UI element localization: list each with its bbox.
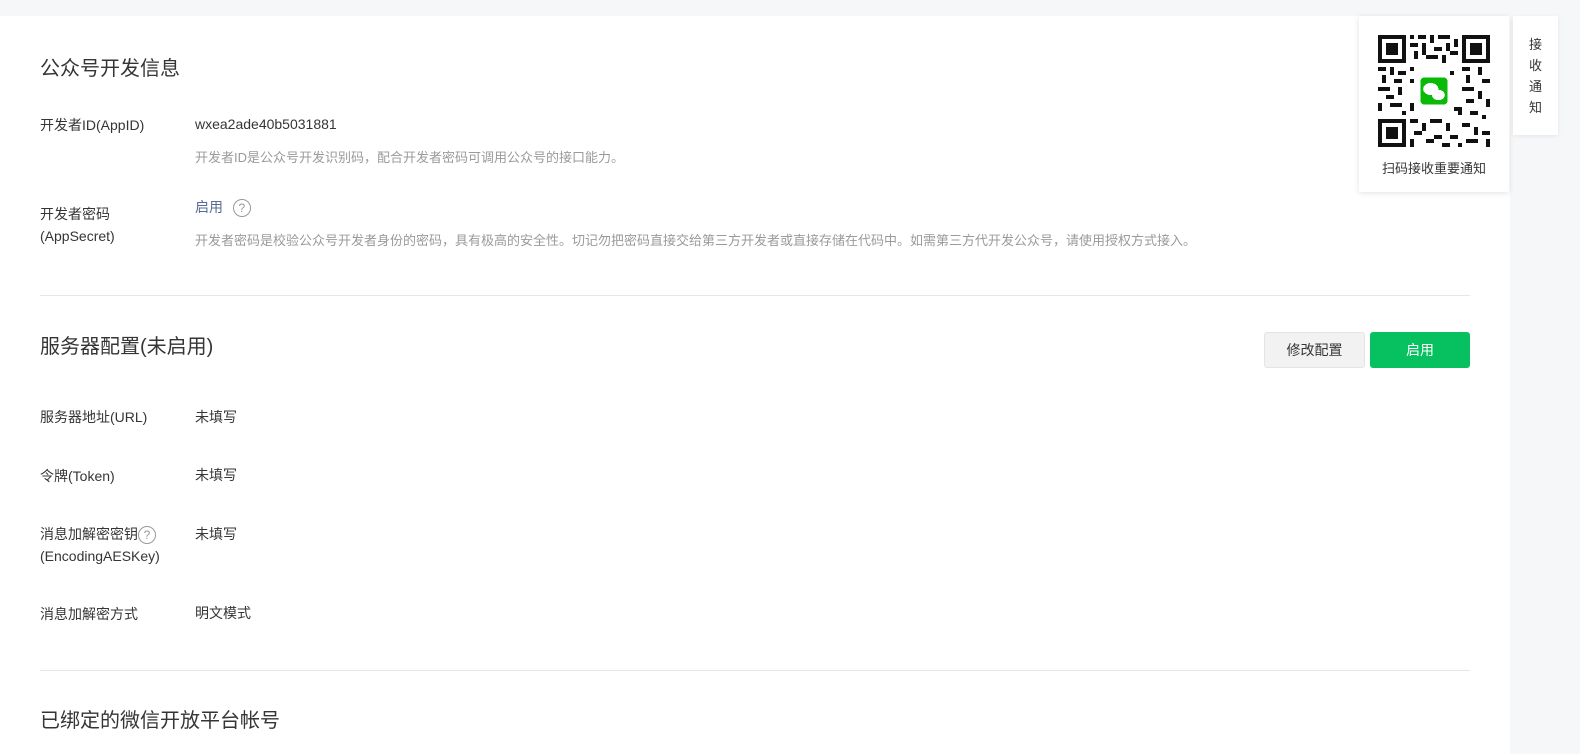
appid-desc: 开发者ID是公众号开发识别码，配合开发者密码可调用公众号的接口能力。: [195, 150, 625, 165]
url-label: 服务器地址(URL): [40, 409, 148, 425]
enable-button[interactable]: 启用: [1370, 332, 1470, 368]
qr-caption: 扫码接收重要通知: [1381, 161, 1486, 176]
appsecret-desc: 开发者密码是校验公众号开发者身份的密码，具有极高的安全性。切记勿把密码直接交给第…: [195, 233, 1197, 248]
side-tab-char: 收: [1528, 58, 1542, 73]
side-tab-char: 知: [1528, 100, 1542, 115]
aes-key-value: 未填写: [195, 526, 237, 542]
qr-notify-panel: 扫码接收重要通知: [1359, 16, 1509, 192]
divider: [40, 670, 1470, 671]
dev-info-title: 公众号开发信息: [40, 58, 180, 80]
bound-accounts-title: 已绑定的微信开放平台帐号: [40, 710, 280, 732]
aes-key-label-line1: 消息加解密密钥: [40, 526, 138, 542]
url-value: 未填写: [195, 409, 237, 425]
token-label: 令牌(Token): [40, 468, 115, 484]
aes-key-label-line2: (EncodingAESKey): [40, 548, 160, 564]
receive-notify-tab[interactable]: 接 收 通 知: [1513, 16, 1558, 135]
help-icon[interactable]: ?: [138, 526, 156, 545]
appsecret-label: 开发者密码(AppSecret): [40, 206, 115, 244]
appsecret-enable-link[interactable]: 启用: [195, 199, 223, 215]
help-icon[interactable]: ?: [232, 199, 251, 218]
appid-value: wxea2ade40b5031881: [195, 116, 337, 132]
server-config-title: 服务器配置(未启用): [40, 336, 214, 358]
divider: [40, 295, 1470, 296]
appid-label: 开发者ID(AppID): [40, 117, 145, 133]
encrypt-mode-label: 消息加解密方式: [40, 606, 138, 622]
modify-config-button[interactable]: 修改配置: [1264, 332, 1365, 368]
side-tab-char: 通: [1528, 79, 1542, 94]
encrypt-mode-value: 明文模式: [195, 605, 251, 621]
aes-key-label: 消息加解密密钥? (EncodingAESKey): [40, 523, 190, 567]
token-value: 未填写: [195, 467, 237, 483]
main-card: 公众号开发信息 开发者ID(AppID) wxea2ade40b5031881 …: [0, 16, 1510, 754]
wechat-qr-code-icon: [1378, 35, 1490, 147]
appsecret-row: 启用 ?: [195, 197, 251, 218]
side-tab-char: 接: [1528, 37, 1542, 52]
